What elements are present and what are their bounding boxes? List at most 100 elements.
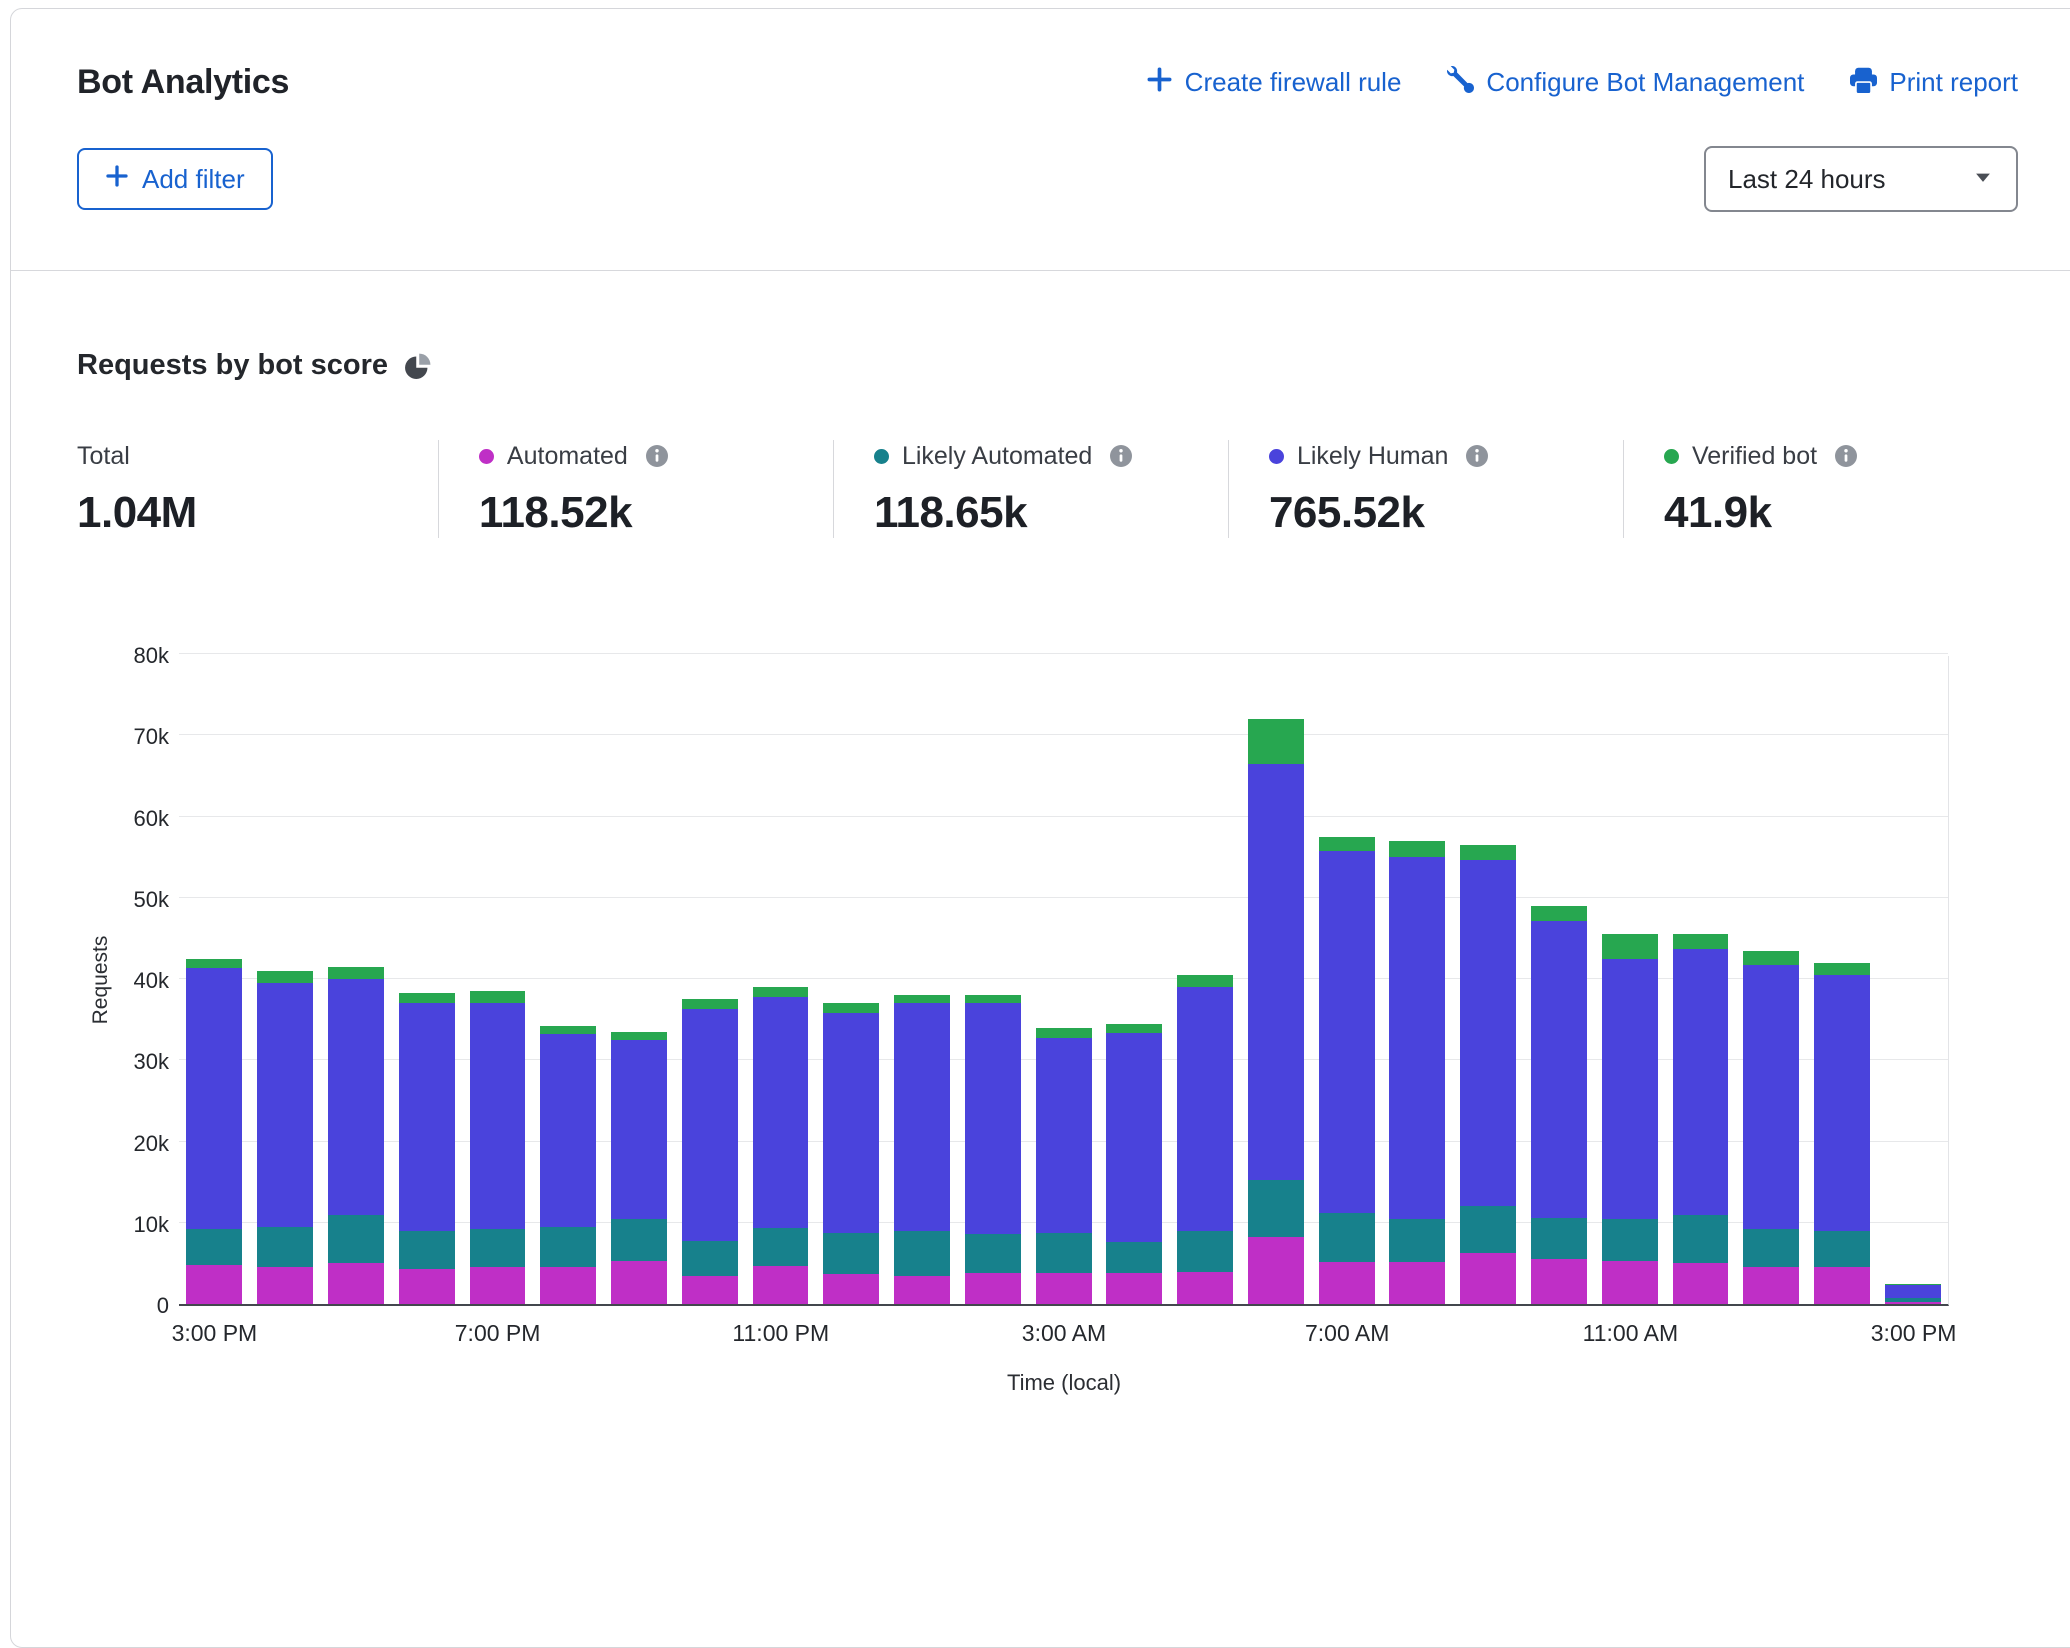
- bar-segment-likely-automated: [1106, 1242, 1162, 1273]
- bar-segment-likely-automated: [894, 1231, 950, 1276]
- bar-segment-automated: [682, 1276, 738, 1304]
- bar-slot: [533, 656, 604, 1304]
- bar-segment-automated: [894, 1276, 950, 1304]
- stacked-bar[interactable]: [1248, 719, 1304, 1304]
- bar-slot: [179, 656, 250, 1304]
- x-tick-label: 7:00 PM: [455, 1320, 541, 1347]
- x-tick-label: 11:00 PM: [732, 1320, 829, 1347]
- stat-total: Total 1.04M: [77, 440, 438, 538]
- section-title: Requests by bot score: [77, 349, 388, 382]
- stacked-bar[interactable]: [1673, 934, 1729, 1304]
- bar-slot: [1382, 656, 1453, 1304]
- bar-segment-likely-automated: [965, 1234, 1021, 1273]
- y-tick-label: 30k: [134, 1049, 169, 1075]
- info-icon[interactable]: [1835, 445, 1857, 467]
- info-icon[interactable]: [1466, 445, 1488, 467]
- y-tick-label: 70k: [134, 724, 169, 750]
- bar-segment-automated: [1460, 1253, 1516, 1304]
- bar-segment-verified-bot: [1602, 934, 1658, 958]
- bar-segment-verified-bot: [1389, 841, 1445, 857]
- stacked-bar[interactable]: [1743, 951, 1799, 1304]
- stacked-bar[interactable]: [1814, 963, 1870, 1304]
- y-tick-label: 0: [157, 1293, 169, 1319]
- bar-segment-likely-human: [611, 1040, 667, 1219]
- stacked-bar[interactable]: [399, 993, 455, 1304]
- stacked-bar[interactable]: [1460, 845, 1516, 1304]
- stacked-bar[interactable]: [753, 987, 809, 1304]
- chevron-down-icon: [1972, 164, 1994, 195]
- stacked-bar[interactable]: [1177, 975, 1233, 1304]
- bar-segment-likely-human: [682, 1009, 738, 1241]
- bar-segment-verified-bot: [611, 1032, 667, 1040]
- bar-segment-verified-bot: [186, 959, 242, 969]
- stacked-bar[interactable]: [470, 991, 526, 1304]
- bar-segment-automated: [753, 1266, 809, 1304]
- create-firewall-rule-link[interactable]: Create firewall rule: [1146, 66, 1402, 100]
- bar-segment-likely-human: [965, 1003, 1021, 1234]
- bar-segment-likely-human: [823, 1013, 879, 1233]
- stacked-bar[interactable]: [1602, 934, 1658, 1304]
- stacked-bar[interactable]: [1106, 1024, 1162, 1304]
- bar-slot: [391, 656, 462, 1304]
- bar-segment-verified-bot: [1814, 963, 1870, 975]
- bar-segment-likely-automated: [1531, 1218, 1587, 1259]
- bar-segment-likely-human: [1602, 959, 1658, 1219]
- plus-icon: [1146, 66, 1173, 100]
- bar-segment-likely-human: [1106, 1033, 1162, 1242]
- stacked-bar[interactable]: [823, 1003, 879, 1304]
- legend-dot-verified-bot: [1664, 449, 1679, 464]
- bar-segment-verified-bot: [257, 971, 313, 983]
- requests-by-bot-score-chart: Requests 010k20k30k40k50k60k70k80k 3:00 …: [77, 656, 2018, 1446]
- bar-segment-likely-human: [328, 979, 384, 1215]
- stacked-bar[interactable]: [1389, 841, 1445, 1304]
- stacked-bar[interactable]: [611, 1032, 667, 1304]
- bar-segment-automated: [470, 1267, 526, 1304]
- bar-segment-verified-bot: [1531, 906, 1587, 921]
- bar-segment-verified-bot: [1673, 934, 1729, 949]
- bar-slot: [1170, 656, 1241, 1304]
- bar-slot: [957, 656, 1028, 1304]
- bar-segment-likely-automated: [399, 1231, 455, 1269]
- stacked-bar[interactable]: [894, 995, 950, 1304]
- stacked-bar[interactable]: [965, 995, 1021, 1304]
- bar-slot: [462, 656, 533, 1304]
- bar-slot: [1311, 656, 1382, 1304]
- header: Bot Analytics Create firewall rule Confi…: [11, 9, 2070, 271]
- bar-segment-likely-human: [753, 997, 809, 1228]
- bar-segment-automated: [186, 1265, 242, 1304]
- stacked-bar[interactable]: [1885, 1284, 1941, 1304]
- y-tick-label: 50k: [134, 887, 169, 913]
- stacked-bar[interactable]: [682, 999, 738, 1304]
- bar-segment-automated: [1248, 1237, 1304, 1304]
- bar-segment-likely-automated: [1814, 1231, 1870, 1268]
- stacked-bar[interactable]: [328, 967, 384, 1304]
- bar-segment-automated: [1743, 1267, 1799, 1304]
- time-range-select[interactable]: Last 24 hours: [1704, 146, 2018, 212]
- configure-bot-management-link[interactable]: Configure Bot Management: [1447, 66, 1804, 100]
- stacked-bar[interactable]: [1531, 906, 1587, 1304]
- stacked-bar[interactable]: [540, 1026, 596, 1304]
- add-filter-button[interactable]: Add filter: [77, 148, 273, 210]
- stat-value: 1.04M: [77, 488, 418, 538]
- bar-segment-verified-bot: [1319, 837, 1375, 852]
- stacked-bar[interactable]: [1036, 1028, 1092, 1304]
- time-range-value: Last 24 hours: [1728, 164, 1886, 195]
- info-icon[interactable]: [646, 445, 668, 467]
- stat-value: 118.52k: [479, 488, 813, 538]
- y-tick-label: 60k: [134, 806, 169, 832]
- y-tick-label: 80k: [134, 643, 169, 669]
- stacked-bar[interactable]: [257, 971, 313, 1304]
- stacked-bar[interactable]: [186, 959, 242, 1304]
- bar-segment-automated: [328, 1263, 384, 1304]
- bars: [179, 656, 1948, 1304]
- bar-segment-automated: [1673, 1263, 1729, 1304]
- info-icon[interactable]: [1110, 445, 1132, 467]
- bar-segment-likely-automated: [257, 1227, 313, 1268]
- bar-slot: [1524, 656, 1595, 1304]
- bar-segment-likely-automated: [1036, 1233, 1092, 1274]
- print-report-link[interactable]: Print report: [1850, 66, 2018, 100]
- bar-segment-automated: [399, 1269, 455, 1304]
- stacked-bar[interactable]: [1319, 837, 1375, 1304]
- x-tick-label: 3:00 AM: [1022, 1320, 1106, 1347]
- action-label: Create firewall rule: [1185, 67, 1402, 98]
